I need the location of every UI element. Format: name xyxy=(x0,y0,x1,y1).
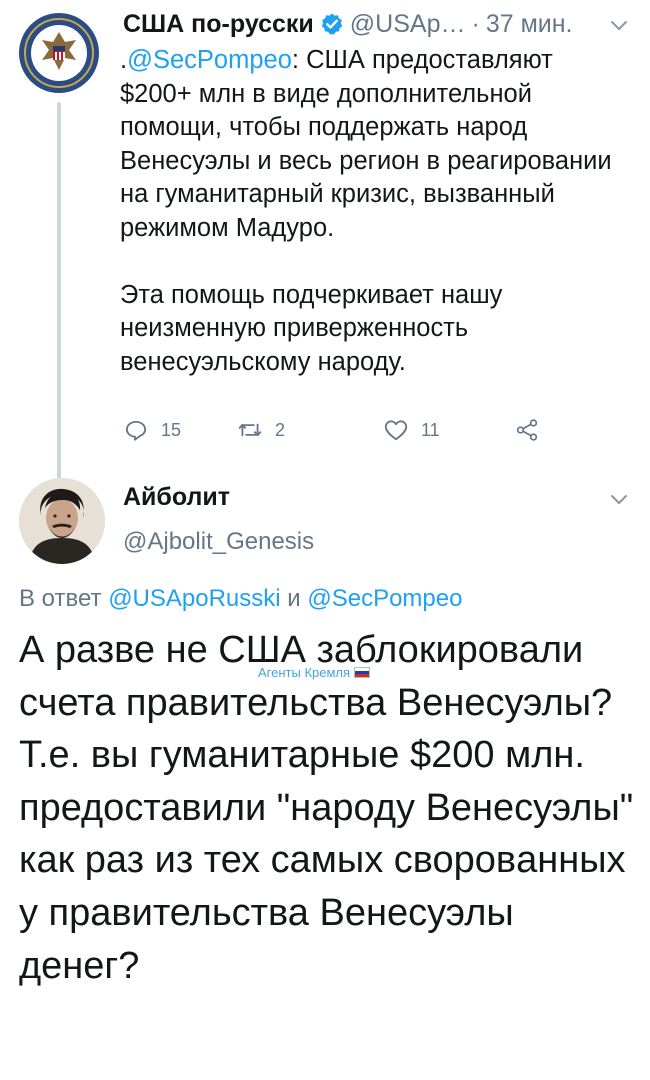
retweet-count: 2 xyxy=(275,419,286,440)
verified-badge-icon xyxy=(320,12,344,36)
author-avatar-portrait[interactable] xyxy=(19,478,105,564)
portrait-icon xyxy=(19,478,105,564)
body-text: : США предоставляют $200+ млн в виде доп… xyxy=(120,46,612,242)
russian-flag-icon xyxy=(354,667,371,678)
tweet-timestamp[interactable]: 37 мин. xyxy=(486,10,573,39)
reply-and: и xyxy=(280,585,308,612)
author-avatar-state-department-seal[interactable] xyxy=(18,12,100,94)
reply-prefix: В ответ xyxy=(19,585,109,612)
mention-link[interactable]: @SecPompeo xyxy=(307,585,462,612)
reply-context: В ответ @USApoRusski и @SecPompeo xyxy=(19,585,462,613)
reply-button[interactable]: 15 xyxy=(123,414,181,446)
reply-count: 15 xyxy=(161,419,182,440)
thread-line xyxy=(57,102,61,480)
like-count: 11 xyxy=(421,419,440,440)
separator-dot: · xyxy=(471,9,480,38)
tweet1-header: США по-русски @USAp… · 37 мин. xyxy=(123,7,572,41)
body-text-2: Эта помощь подчеркивает нашу неизменную … xyxy=(120,280,503,376)
mention-link[interactable]: @SecPompeo xyxy=(127,46,292,74)
tweet1-text: .@SecPompeo: США предоставляют $200+ млн… xyxy=(120,44,630,379)
watermark-text: Агенты Кремля xyxy=(258,665,351,680)
author-name[interactable]: США по-русски xyxy=(123,10,314,39)
author-handle[interactable]: @USAp… xyxy=(350,10,466,39)
chevron-down-icon[interactable] xyxy=(608,488,630,510)
author-name[interactable]: Айболит xyxy=(123,483,230,512)
heart-icon xyxy=(384,420,408,441)
seal-icon xyxy=(19,13,99,93)
share-icon xyxy=(516,419,538,441)
chevron-down-icon[interactable] xyxy=(608,14,630,36)
retweet-icon xyxy=(238,423,262,437)
reply-icon xyxy=(125,420,147,441)
author-handle[interactable]: @Ajbolit_Genesis xyxy=(123,528,314,556)
share-button[interactable] xyxy=(514,414,552,446)
like-button[interactable]: 11 xyxy=(383,414,440,446)
mention-link[interactable]: @USApoRusski xyxy=(108,585,280,612)
retweet-button[interactable]: 2 xyxy=(237,414,285,446)
watermark: Агенты Кремля xyxy=(258,665,371,680)
